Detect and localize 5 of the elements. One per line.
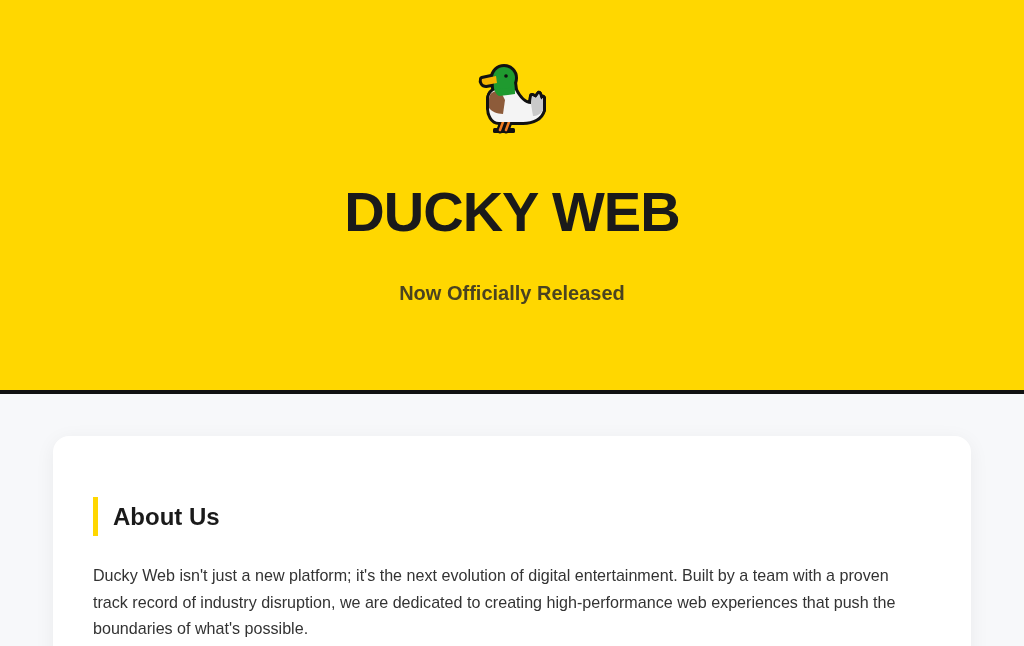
site-subtitle: Now Officially Released <box>399 281 625 306</box>
about-paragraph: Ducky Web isn't just a new platform; it's the next evolution of digital entertainment. Built by a team with a proven track record of industry disruption, we are dedicated to creating high-performance web experiences that push the boundaries of what's possible. <box>93 565 897 639</box>
section-heading: About Us <box>93 497 931 536</box>
site-title: DUCKY WEB <box>344 179 680 245</box>
duck-icon <box>477 64 547 136</box>
